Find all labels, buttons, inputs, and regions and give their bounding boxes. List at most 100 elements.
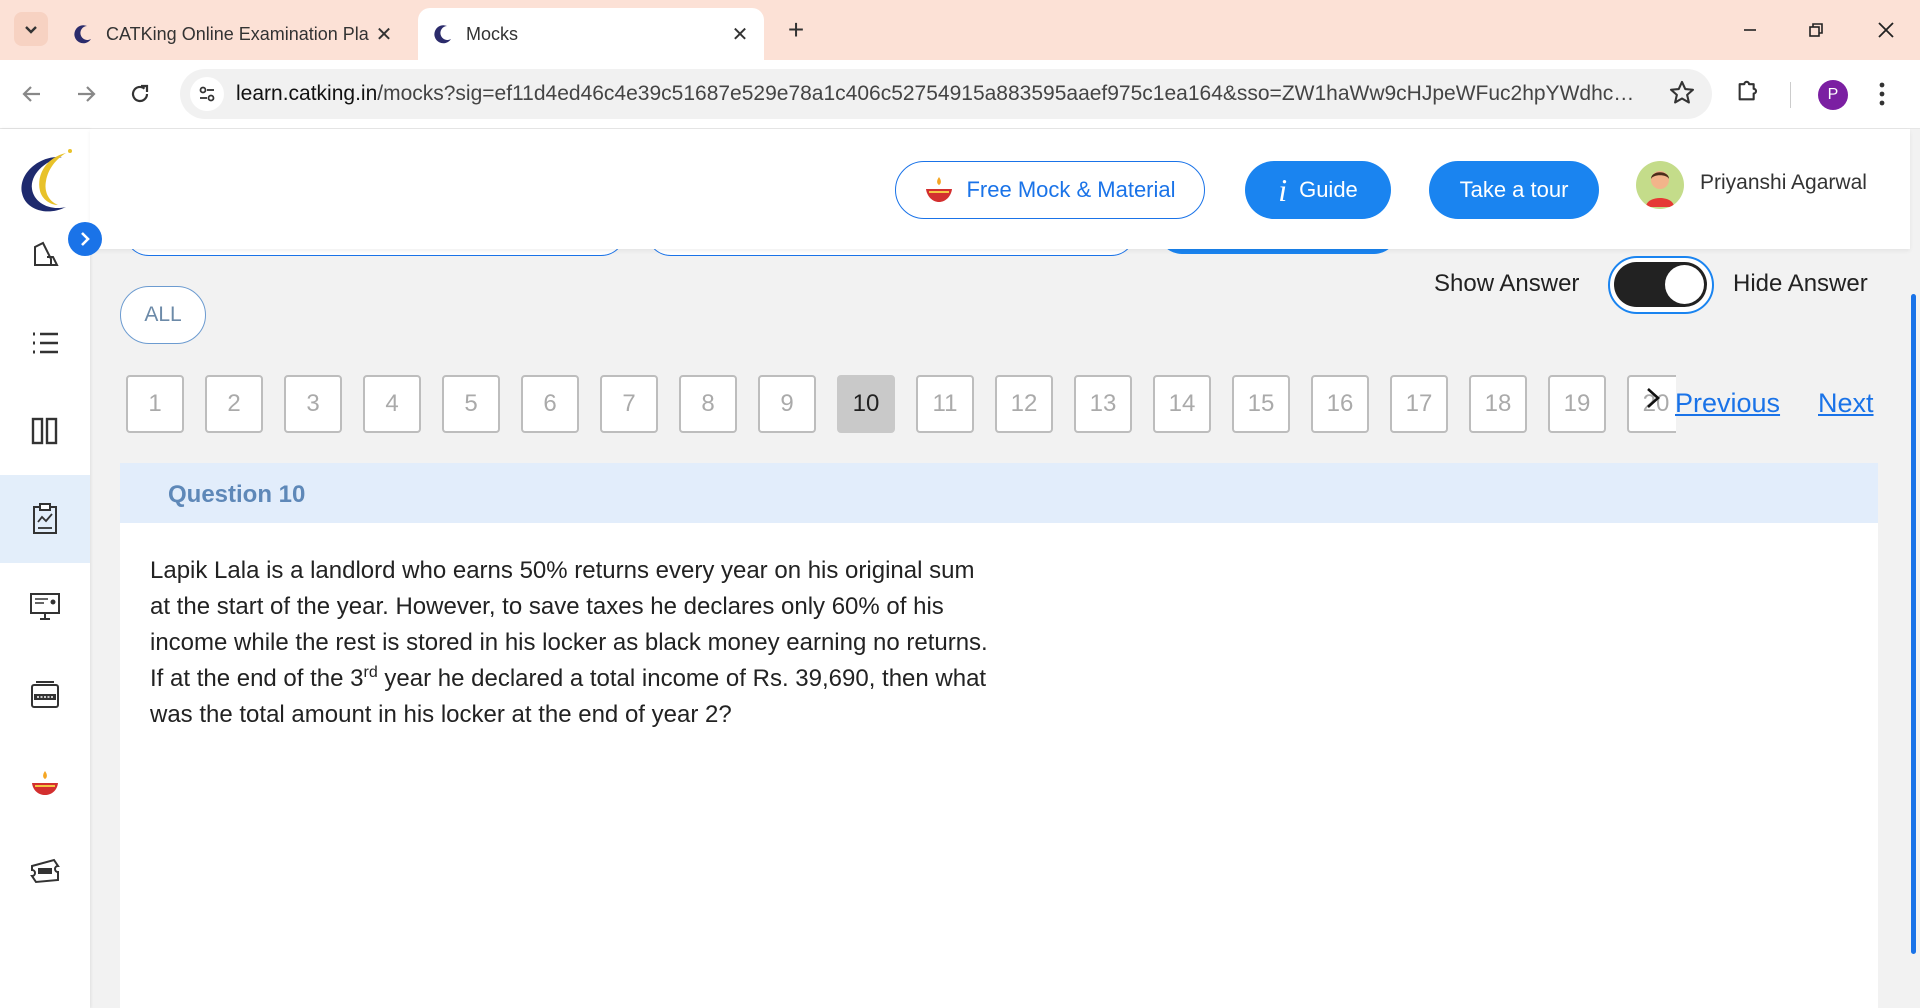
tune-icon	[199, 86, 215, 102]
question-number-button[interactable]: 12	[995, 375, 1053, 433]
monitor-class-icon	[30, 593, 60, 620]
tab-title: Mocks	[466, 23, 519, 44]
profile-avatar-button[interactable]: P	[1818, 80, 1848, 110]
diya-icon	[32, 771, 58, 795]
filter-all-button[interactable]: ALL	[120, 286, 206, 344]
reload-icon	[131, 84, 149, 103]
free-mock-label: Free Mock & Material	[966, 177, 1176, 202]
scrollbar-thumb[interactable]	[1911, 294, 1916, 954]
question-number-button[interactable]: 6	[521, 375, 579, 433]
tab-title: CATKing Online Examination Pla	[106, 23, 369, 44]
answer-toggle-switch[interactable]	[1608, 256, 1714, 314]
question-number-button[interactable]: 7	[600, 375, 658, 433]
chevron-down-icon	[25, 26, 37, 34]
test-clipboard-icon	[33, 503, 57, 534]
question-number-strip: 1 2 3 4 5 6 7 8 9 10 11 12 13 14 15 16 17 18 19 20	[126, 375, 1676, 435]
minimize-icon	[1744, 29, 1756, 31]
question-number-button[interactable]: 9	[758, 375, 816, 433]
browser-tab-catking-exam[interactable]: CATKing Online Examination Pla ✕	[58, 8, 408, 60]
guide-label: Guide	[1299, 177, 1358, 202]
ticket-icon	[30, 858, 60, 884]
question-number-button[interactable]: 11	[916, 375, 974, 433]
question-number-button[interactable]: 1	[126, 375, 184, 433]
pencil-book-icon	[34, 241, 59, 266]
browser-menu-button[interactable]	[1876, 78, 1888, 115]
sidebar-expand-button[interactable]	[68, 222, 102, 256]
toggle-knob	[1665, 265, 1704, 304]
close-icon	[1878, 22, 1894, 38]
scroll-numbers-right-button[interactable]	[1644, 386, 1662, 415]
question-number-button[interactable]: 5	[442, 375, 500, 433]
diya-icon	[926, 177, 953, 202]
user-name[interactable]: Priyanshi Agarwal	[1700, 171, 1867, 195]
close-tab-icon[interactable]: ✕	[372, 22, 396, 47]
sidebar-item-offer[interactable]	[0, 739, 90, 827]
question-number-button[interactable]: 19	[1548, 375, 1606, 433]
bookmark-star-button[interactable]	[1668, 79, 1696, 112]
close-tab-icon[interactable]: ✕	[728, 22, 752, 47]
question-number-button[interactable]: 10	[837, 375, 895, 433]
more-vertical-icon	[1879, 82, 1885, 106]
guide-button[interactable]: i Guide	[1245, 161, 1391, 219]
user-avatar-icon	[1646, 171, 1674, 207]
question-header: Question 10	[120, 463, 1878, 523]
star-icon	[1669, 80, 1695, 104]
minimize-button[interactable]	[1730, 12, 1770, 48]
browser-tab-mocks[interactable]: Mocks ✕	[418, 8, 764, 60]
sidebar-item-classes[interactable]	[0, 563, 90, 651]
next-question-link[interactable]: Next	[1818, 388, 1874, 419]
catking-favicon-icon	[74, 25, 91, 44]
sidebar-item-tickets[interactable]	[0, 827, 90, 915]
url-text: learn.catking.in/mocks?sig=ef11d4ed46c4e…	[236, 82, 1636, 106]
restore-icon	[1809, 23, 1823, 37]
url-host: learn.catking.in	[236, 82, 378, 105]
browser-tabstrip: CATKing Online Examination Pla ✕ Mocks ✕…	[0, 0, 1920, 60]
chevron-right-icon	[81, 232, 90, 246]
catking-logo-icon	[21, 149, 72, 212]
catking-favicon-icon	[434, 25, 451, 44]
question-number-button[interactable]: 17	[1390, 375, 1448, 433]
user-avatar[interactable]	[1636, 161, 1684, 209]
sidebar-item-columns[interactable]	[0, 387, 90, 475]
question-number-button[interactable]: 16	[1311, 375, 1369, 433]
take-tour-button[interactable]: Take a tour	[1429, 161, 1599, 219]
question-number-button[interactable]: 14	[1153, 375, 1211, 433]
arrow-left-icon	[22, 86, 40, 102]
show-answer-label: Show Answer	[1434, 270, 1580, 297]
question-number-button[interactable]: 15	[1232, 375, 1290, 433]
page-scrollbar[interactable]	[1908, 249, 1920, 1008]
puzzle-icon	[1738, 80, 1758, 101]
toolbar-separator	[1790, 82, 1791, 108]
free-mock-button[interactable]: Free Mock & Material	[895, 161, 1205, 219]
restore-button[interactable]	[1796, 12, 1836, 48]
question-number-button[interactable]: 2	[205, 375, 263, 433]
app-header: Free Mock & Material i Guide Take a tour…	[90, 129, 1910, 249]
browser-toolbar: learn.catking.in/mocks?sig=ef11d4ed46c4e…	[0, 60, 1920, 129]
site-info-button[interactable]	[190, 77, 224, 111]
forward-button[interactable]	[68, 76, 104, 112]
extensions-button[interactable]	[1735, 76, 1763, 109]
list-icon	[33, 332, 58, 354]
sidebar-item-ebook[interactable]	[0, 651, 90, 739]
question-number-button[interactable]: 8	[679, 375, 737, 433]
tab-search-button[interactable]	[14, 12, 48, 46]
question-number-button[interactable]: 4	[363, 375, 421, 433]
question-text: Lapik Lala is a landlord who earns 50% r…	[150, 553, 990, 733]
previous-question-link[interactable]: Previous	[1675, 388, 1780, 419]
address-bar[interactable]: learn.catking.in/mocks?sig=ef11d4ed46c4e…	[180, 69, 1712, 119]
back-button[interactable]	[14, 76, 50, 112]
new-tab-button[interactable]: +	[780, 14, 812, 46]
reload-button[interactable]	[122, 76, 158, 112]
hide-answer-label: Hide Answer	[1733, 270, 1868, 297]
take-tour-label: Take a tour	[1459, 177, 1569, 202]
url-path: /mocks?sig=ef11d4ed46c4e39c51687e529e78a…	[377, 82, 1636, 105]
question-title: Question 10	[168, 481, 306, 508]
sidebar-item-list[interactable]	[0, 299, 90, 387]
question-number-button[interactable]: 3	[284, 375, 342, 433]
question-number-button[interactable]: 13	[1074, 375, 1132, 433]
sidebar-item-mocks[interactable]	[0, 475, 90, 563]
question-text-superscript: rd	[363, 664, 378, 681]
close-window-button[interactable]	[1866, 12, 1906, 48]
chevron-right-icon	[1647, 388, 1660, 408]
question-number-button[interactable]: 18	[1469, 375, 1527, 433]
